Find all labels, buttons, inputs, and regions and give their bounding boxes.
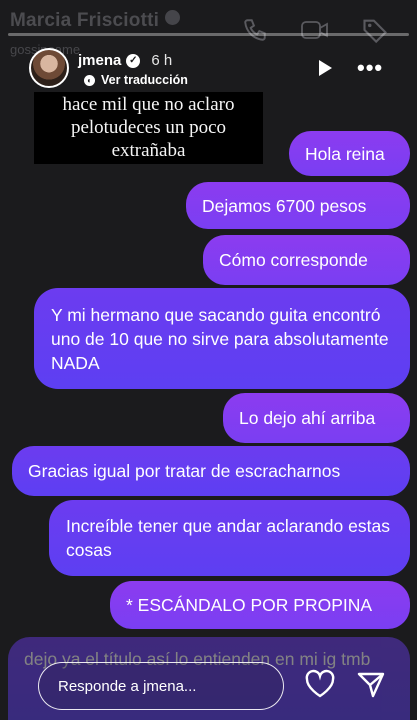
play-icon[interactable] [315,58,335,78]
verified-badge-icon: ✓ [126,53,141,68]
video-camera-icon[interactable] [300,16,330,44]
story-progress-bar [8,33,409,36]
avatar[interactable] [29,48,69,88]
message-text: Gracias igual por tratar de escracharnos [28,461,341,481]
story-time: 6 h [151,52,173,69]
send-icon[interactable] [356,670,386,700]
verified-badge-icon [165,10,181,25]
story-username[interactable]: jmena [78,52,121,69]
message-bubble: Gracias igual por tratar de escracharnos [12,446,410,496]
message-bubble: Increíble tener que andar aclarando esta… [49,500,410,576]
reply-field[interactable] [38,662,284,710]
more-options-icon[interactable]: ••• [357,57,383,79]
translate-label: Ver traducción [101,73,188,87]
message-bubble: * ESCÁNDALO POR PROPINA [110,581,410,629]
message-text: * ESCÁNDALO POR PROPINA [126,595,373,615]
translate-icon: ◐ [84,74,95,86]
phone-icon[interactable] [240,16,270,44]
message-bubble: Y mi hermano que sacando guita encontró … [34,288,410,389]
background-call-actions [240,16,390,44]
background-contact-name: Marcia Frisciotti [10,10,181,32]
reply-input[interactable] [56,676,260,696]
story-caption: hace mil que no aclaro pelotudeces un po… [34,92,263,164]
message-bubble: Lo dejo ahí arriba [223,393,410,443]
message-bubble: Hola reina [289,131,410,176]
message-text: Y mi hermano que sacando guita encontró … [51,304,389,373]
translate-button[interactable]: ◐ Ver traducción [84,73,188,87]
tag-icon[interactable] [360,16,390,44]
message-bubble: Cómo corresponde [203,235,410,285]
heart-icon[interactable] [304,669,336,699]
message-bubble: Dejamos 6700 pesos [186,182,410,229]
story-user-row[interactable]: jmena ✓ 6 h [78,52,172,69]
message-text: Increíble tener que andar aclarando esta… [66,516,390,560]
message-text: Dejamos 6700 pesos [202,195,367,216]
message-text: Hola reina [305,143,385,164]
message-text: Lo dejo ahí arriba [239,408,376,428]
message-text: Cómo corresponde [219,250,368,270]
